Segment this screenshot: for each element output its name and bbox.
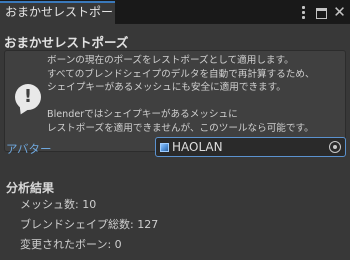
window-controls: ✕: [297, 4, 346, 20]
changed-bones: 変更されたボーン: 0: [20, 238, 122, 251]
kebab-menu-icon[interactable]: [297, 5, 310, 19]
cube-icon: [160, 143, 169, 152]
help-line: [47, 95, 343, 109]
inspector-panel: おまかせレストポーズ ! ボーンの現在のポーズをレストポーズとして適用します。 …: [0, 24, 350, 260]
info-warning-icon: !: [15, 84, 41, 110]
blendshape-total: ブレンドシェイプ総数: 127: [20, 218, 159, 231]
mesh-count: メッシュ数: 10: [20, 198, 97, 211]
close-icon[interactable]: ✕: [333, 5, 346, 20]
help-line: すべてのブレンドシェイプのデルタを自動で再計算するため、: [47, 68, 315, 80]
analysis-title: 分析結果: [6, 181, 55, 195]
tab-bar: おまかせレストポーズ ✕: [0, 0, 350, 38]
target-picker-icon[interactable]: [329, 141, 341, 153]
help-line: Blenderではシェイプキーがあるメッシュに: [47, 109, 238, 120]
help-line: ボーンの現在のポーズをレストポーズとして適用します。: [47, 55, 294, 66]
tab-omakase-restpose[interactable]: おまかせレストポーズ: [0, 1, 115, 38]
avatar-object-field[interactable]: HAOLAN: [155, 137, 346, 157]
help-text: ボーンの現在のポーズをレストポーズとして適用します。 すべてのブレンドシェイプの…: [47, 54, 343, 135]
help-line: シェイプキーがあるメッシュにも安全に適用できます。: [47, 82, 286, 93]
avatar-value: HAOLAN: [172, 140, 223, 154]
maximize-icon[interactable]: [316, 7, 327, 19]
avatar-label: アバター: [6, 142, 52, 156]
panel-title: おまかせレストポーズ: [4, 35, 129, 50]
help-line: レストポーズを適用できませんが、このツールなら可能です。: [47, 122, 314, 134]
